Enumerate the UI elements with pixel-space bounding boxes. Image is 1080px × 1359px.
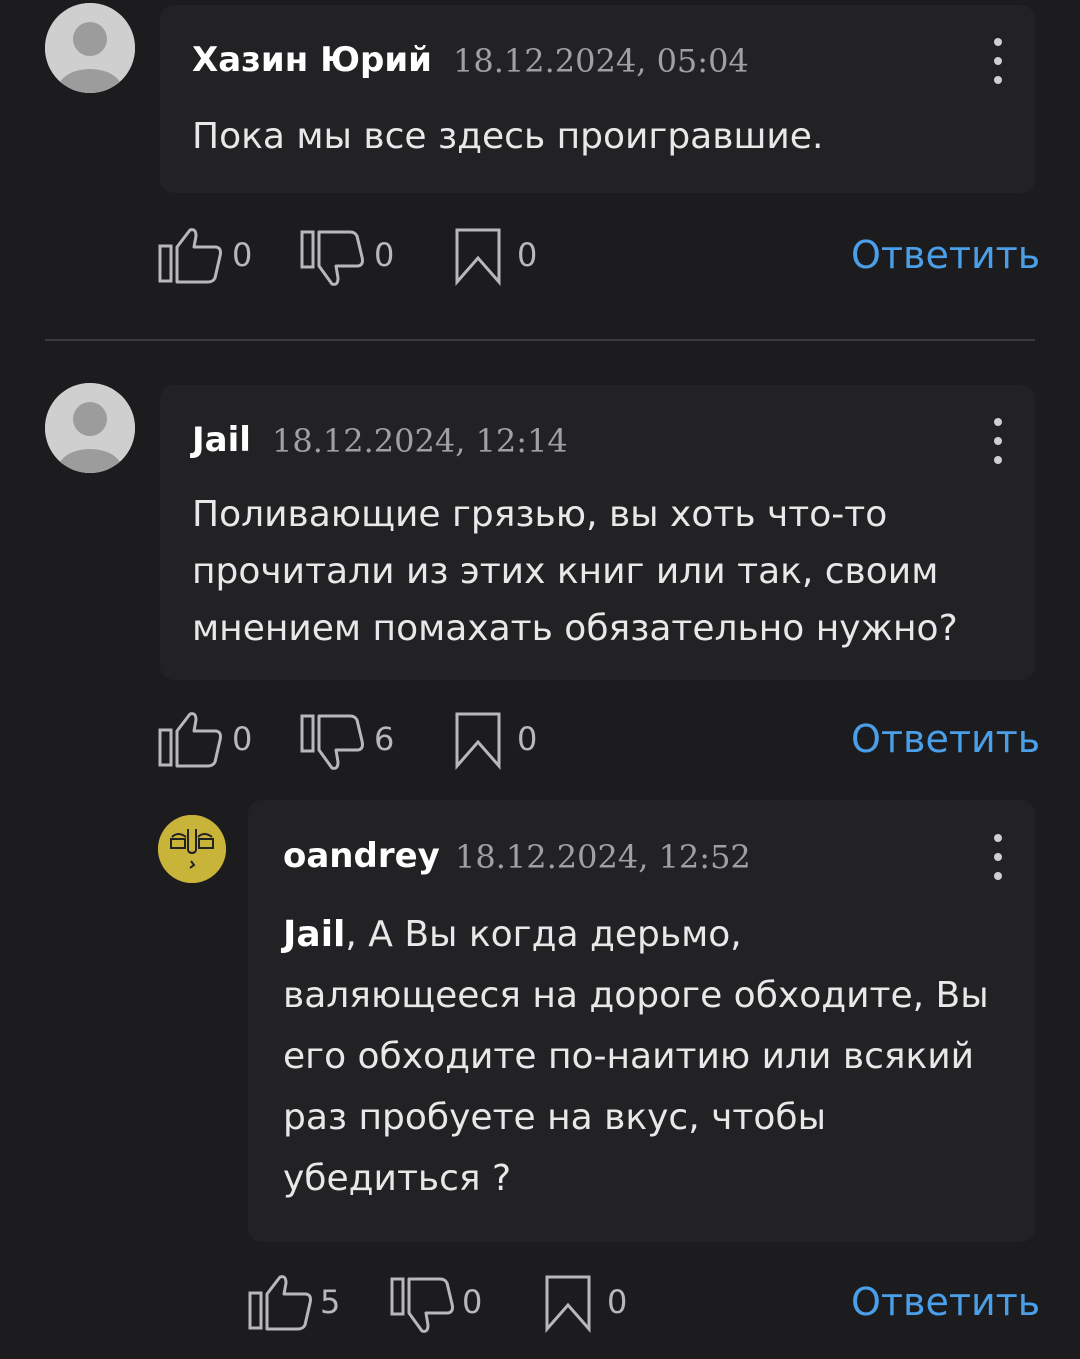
bookmark-icon xyxy=(545,1275,591,1333)
avatar[interactable] xyxy=(45,3,135,93)
comment-text-line: Поливающие грязью, вы хоть что-то xyxy=(192,494,888,535)
comment-timestamp: 18.12.2024, 05:04 xyxy=(453,42,749,80)
comment-text: Пока мы все здесь проигравшие. xyxy=(192,116,824,157)
divider xyxy=(45,339,1035,341)
comment-text-line: мнением помахать обязательно нужно? xyxy=(192,608,958,649)
comment-text-line: раз пробуете на вкус, чтобы xyxy=(283,1097,827,1138)
bookmark-count: 0 xyxy=(607,1283,628,1321)
comment-text: Поливающие грязью, вы хоть что-то прочит… xyxy=(192,486,958,657)
dislike-button[interactable]: 0 xyxy=(300,228,400,288)
bookmark-icon xyxy=(455,712,501,770)
like-count: 0 xyxy=(232,236,253,274)
avatar[interactable] xyxy=(158,815,226,883)
dislike-count: 0 xyxy=(462,1283,483,1321)
dislike-count: 6 xyxy=(374,720,395,758)
author-name[interactable]: oandrey xyxy=(283,836,440,876)
comment-text-line: Jail, А Вы когда дерьмо, xyxy=(283,904,989,965)
comment-text-line: валяющееся на дороге обходите, Вы xyxy=(283,975,989,1016)
reply-button[interactable]: Ответить xyxy=(851,1280,1040,1324)
comment-actions: 5 0 0 Ответить xyxy=(0,1275,1080,1335)
thumbs-down-icon xyxy=(300,714,364,770)
thumbs-down-icon xyxy=(300,230,364,286)
author-name[interactable]: Хазин Юрий xyxy=(192,40,432,80)
comment-actions: 0 6 0 Ответить xyxy=(0,712,1080,772)
comment-text: Jail, А Вы когда дерьмо, валяющееся на д… xyxy=(283,904,989,1209)
dislike-button[interactable]: 6 xyxy=(300,712,400,772)
comment-text-fragment: , А Вы когда дерьмо, xyxy=(345,914,742,955)
thumbs-up-icon xyxy=(158,228,222,284)
dislike-count: 0 xyxy=(374,236,395,274)
comment-timestamp: 18.12.2024, 12:52 xyxy=(455,838,751,876)
bookmark-button[interactable]: 0 xyxy=(545,1275,635,1335)
kebab-menu-icon[interactable] xyxy=(988,834,1008,884)
like-button[interactable]: 5 xyxy=(248,1275,348,1335)
comment-text-line: его обходите по-наитию или всякий xyxy=(283,1036,975,1077)
bookmark-button[interactable]: 0 xyxy=(455,228,545,288)
like-button[interactable]: 0 xyxy=(158,228,258,288)
comment-text-line: прочитали из этих книг или так, своим xyxy=(192,551,939,592)
mention-link[interactable]: Jail xyxy=(283,914,345,955)
kebab-menu-icon[interactable] xyxy=(988,418,1008,468)
bookmark-icon xyxy=(455,228,501,286)
thumbs-up-icon xyxy=(158,712,222,768)
comment-timestamp: 18.12.2024, 12:14 xyxy=(272,422,568,460)
comment-actions: 0 0 0 Ответить xyxy=(0,228,1080,288)
bookmark-count: 0 xyxy=(517,720,538,758)
like-count: 5 xyxy=(320,1283,341,1321)
reply-button[interactable]: Ответить xyxy=(851,717,1040,761)
thumbs-up-icon xyxy=(248,1275,312,1331)
comment-text-line: убедиться ? xyxy=(283,1158,512,1199)
reply-button[interactable]: Ответить xyxy=(851,233,1040,277)
bookmark-count: 0 xyxy=(517,236,538,274)
avatar-face-icon xyxy=(158,815,226,883)
user-placeholder-icon xyxy=(45,383,135,473)
avatar[interactable] xyxy=(45,383,135,473)
user-placeholder-icon xyxy=(45,3,135,93)
bookmark-button[interactable]: 0 xyxy=(455,712,545,772)
like-button[interactable]: 0 xyxy=(158,712,258,772)
author-name[interactable]: Jail xyxy=(192,420,251,460)
like-count: 0 xyxy=(232,720,253,758)
thumbs-down-icon xyxy=(390,1277,454,1333)
kebab-menu-icon[interactable] xyxy=(988,38,1008,88)
dislike-button[interactable]: 0 xyxy=(390,1275,490,1335)
